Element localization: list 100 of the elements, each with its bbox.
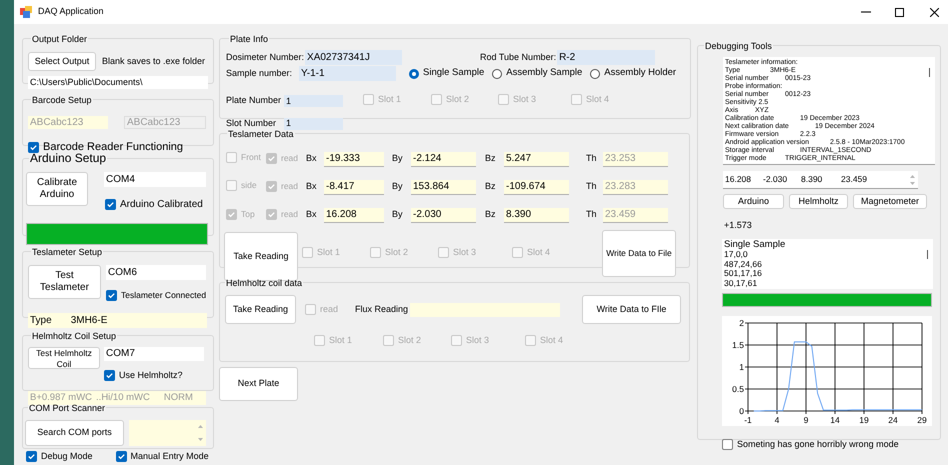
label: Slot Number [226, 117, 278, 130]
text-field[interactable]: 16.208 [324, 208, 384, 222]
scrollbar[interactable] [929, 68, 930, 77]
write-data-button[interactable]: Write Data to File [602, 230, 676, 277]
tick-label: 1.5 [732, 340, 744, 350]
text-field[interactable]: Y-1-1 [299, 66, 396, 81]
checkbox[interactable] [116, 451, 127, 462]
test-teslameter-button[interactable]: Test Teslameter [28, 265, 101, 299]
text-field[interactable]: 5.247 [504, 152, 569, 166]
text-field[interactable]: COM4 [104, 172, 206, 187]
checkbox-label: Slot 2 [398, 334, 422, 347]
label: Bz [485, 152, 497, 166]
label: Assembly Sample [506, 66, 582, 80]
label: Rod Tube Number: [480, 50, 558, 64]
checkbox-label: Front [241, 151, 261, 164]
group-title: Teslameter Setup [32, 247, 102, 257]
label: Th [586, 208, 598, 222]
label: Th [586, 152, 598, 166]
text-field[interactable]: R-2 [557, 50, 656, 65]
checkbox[interactable] [28, 142, 39, 153]
text-field[interactable]: XA02737341J [305, 50, 402, 65]
checkbox[interactable] [106, 290, 117, 301]
take-reading-button[interactable]: Take Reading [224, 232, 298, 281]
group-title: Teslameter Data [228, 129, 294, 139]
next-plate-button[interactable]: Next Plate [219, 367, 298, 401]
checkbox-label: Slot 3 [513, 92, 536, 106]
debug-button[interactable]: Magnetometer [853, 194, 927, 209]
label: By [392, 152, 404, 166]
close-icon[interactable] [930, 8, 939, 16]
checkbox-label: Slot 4 [527, 246, 550, 259]
label: Flux Reading [355, 302, 410, 316]
debug-button[interactable]: Arduino [723, 194, 784, 209]
checkbox-label: Slot 2 [446, 92, 470, 106]
text-field[interactable]: 1 [284, 118, 343, 130]
take-reading-button[interactable]: Take Reading [225, 295, 296, 324]
checkbox[interactable] [722, 439, 733, 450]
readings-field[interactable]: 16.208 -2.030 8.390 23.459 [723, 171, 918, 189]
checkbox[interactable] [26, 451, 37, 462]
tick-label: 24 [888, 415, 898, 425]
label: Assembly Holder [604, 66, 676, 80]
tick-label: 2 [739, 318, 744, 328]
search-ports-button[interactable]: Search COM ports [25, 420, 124, 446]
scrollbar[interactable] [927, 250, 928, 259]
group-title: Output Folder [32, 34, 88, 44]
log-line: 487,24,66 [724, 260, 763, 270]
label: Single Sample [423, 66, 484, 80]
checkbox-label: Slot 4 [540, 334, 564, 347]
checkbox-label: Teslameter Connected [121, 289, 206, 302]
tick-label: 4 [774, 415, 780, 425]
label: +1.573 [724, 220, 752, 230]
text-field[interactable]: 8.390 [504, 208, 569, 222]
text-field[interactable]: COM6 [106, 265, 206, 280]
label: 3MH6-E [70, 314, 108, 328]
checkbox-label: read [281, 180, 298, 193]
reading-value: 16.208 [725, 173, 752, 186]
label: Dosimeter Number: [226, 50, 306, 64]
tick-label: 0.5 [732, 384, 744, 394]
checkbox-label: Slot 3 [466, 334, 490, 347]
calibrate-button[interactable]: Calibrate Arduino [26, 172, 88, 206]
label: Bz [485, 208, 497, 222]
label: Plate Number [226, 94, 282, 108]
text-field[interactable]: 1 [284, 95, 343, 107]
text-field[interactable]: -8.417 [324, 180, 384, 194]
tick-label: 0 [739, 406, 744, 416]
text-field[interactable]: -19.333 [324, 152, 384, 166]
scroll-arrows-icon[interactable] [909, 172, 916, 186]
maximize-icon[interactable] [895, 8, 904, 16]
log-line: Single Sample [724, 240, 786, 250]
group-title: Barcode Setup [32, 95, 92, 105]
group-title: Helmholtz coil data [226, 278, 302, 288]
text-field[interactable]: -2.030 [411, 208, 476, 222]
scroll-arrows-icon[interactable] [197, 423, 204, 443]
radio-button[interactable] [409, 68, 419, 78]
test-helmholtz-button[interactable]: Test Helmholtz Coil [28, 347, 100, 369]
text-field[interactable]: COM7 [104, 347, 204, 361]
debug-button[interactable]: Helmholtz [789, 194, 848, 209]
port-list[interactable] [129, 420, 206, 446]
label: Bx [306, 180, 318, 194]
radio-button[interactable] [492, 68, 502, 78]
tick-label: 1 [739, 362, 744, 372]
text-field[interactable]: -109.674 [504, 180, 569, 194]
label: ..Hi/10 mWC [96, 390, 150, 404]
checkbox[interactable] [105, 199, 116, 210]
label: Blank saves to .exe folder [102, 54, 206, 68]
select-output-button[interactable]: Select Output [28, 52, 96, 71]
text-field[interactable]: 153.864 [411, 180, 476, 194]
radio-button[interactable] [590, 68, 600, 78]
label: NORM [164, 390, 193, 405]
checkbox[interactable] [104, 370, 115, 381]
text-field[interactable]: C:\Users\Public\Documents\ [28, 76, 208, 89]
checkbox-label: Top [241, 208, 255, 221]
app-icon [20, 6, 32, 18]
label: By [392, 208, 404, 222]
tick-label: 19 [859, 415, 869, 425]
checkbox-label: Manual Entry Mode [130, 450, 209, 463]
checkbox-label: side [241, 179, 257, 192]
write-data-button[interactable]: Write Data to FIle [582, 295, 682, 324]
label: B+0.987 mWC [30, 390, 92, 404]
tick-label: -1 [744, 415, 752, 425]
text-field[interactable]: -2.124 [411, 152, 476, 166]
